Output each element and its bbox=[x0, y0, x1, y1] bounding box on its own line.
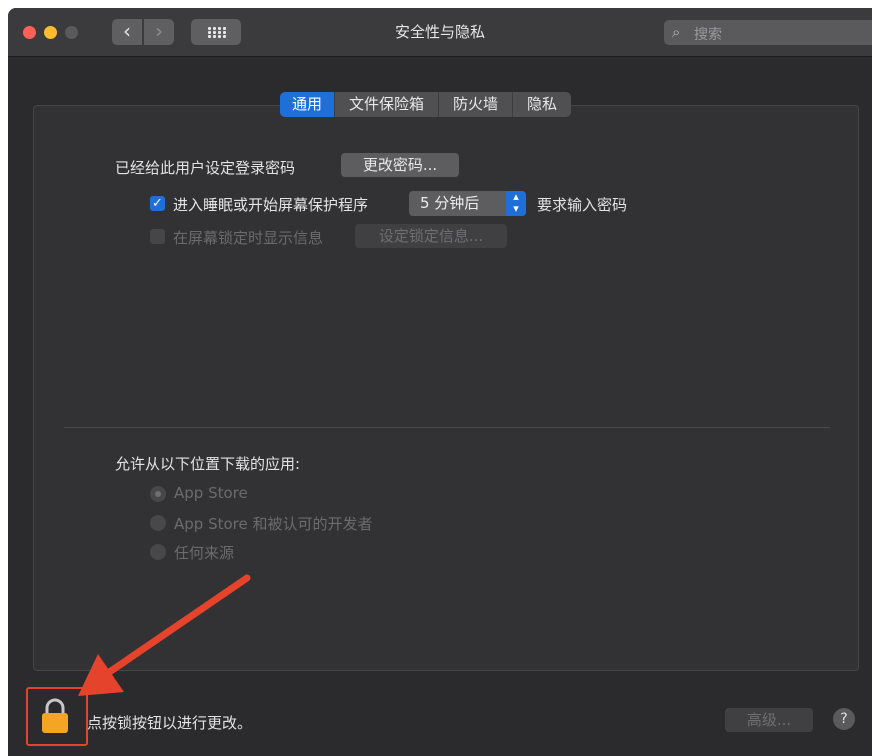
preferences-window: ‹ › 安全性与隐私 ⌕ 搜索 通用 文件保险箱 防火墙 隐私 已经给此用户设定… bbox=[8, 8, 872, 756]
search-icon: ⌕ bbox=[672, 23, 681, 41]
advanced-button[interactable]: 高级... bbox=[725, 708, 813, 732]
search-field[interactable]: ⌕ 搜索 bbox=[664, 20, 872, 45]
tab-bar: 通用 文件保险箱 防火墙 隐私 bbox=[280, 92, 572, 117]
require-password-label: 要求输入密码 bbox=[537, 196, 628, 214]
set-lock-message-button[interactable]: 设定锁定信息... bbox=[355, 224, 507, 248]
tab-firewall[interactable]: 防火墙 bbox=[438, 92, 512, 117]
chevron-updown-icon: ▴ ▾ bbox=[506, 191, 526, 216]
annotation-arrow bbox=[78, 574, 251, 696]
tab-general[interactable]: 通用 bbox=[280, 92, 335, 117]
search-placeholder: 搜索 bbox=[694, 27, 722, 43]
tab-filevault[interactable]: 文件保险箱 bbox=[334, 92, 438, 117]
password-delay-select[interactable]: 5 分钟后 ▴ ▾ bbox=[409, 191, 526, 216]
change-password-button[interactable]: 更改密码... bbox=[341, 153, 459, 177]
tab-privacy[interactable]: 隐私 bbox=[512, 92, 571, 117]
password-delay-value: 5 分钟后 bbox=[420, 194, 480, 212]
help-icon[interactable]: ? bbox=[833, 708, 855, 730]
